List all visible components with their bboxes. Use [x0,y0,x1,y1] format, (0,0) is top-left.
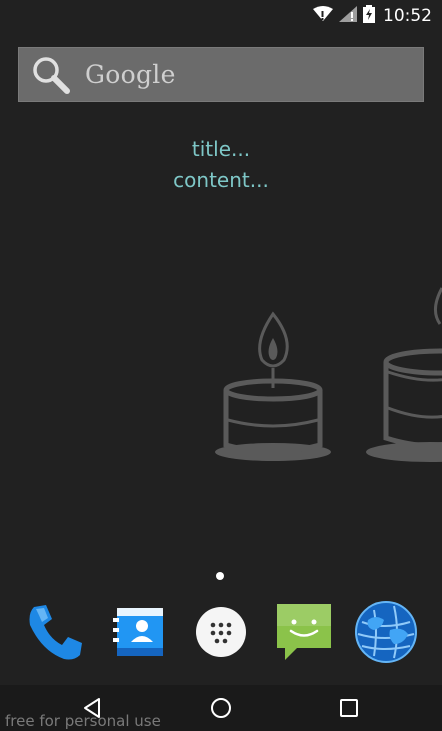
phone-icon [29,605,82,660]
candles-wallpaper [215,287,442,462]
messaging-app[interactable] [271,598,337,666]
browser-app[interactable] [353,598,419,666]
status-bar: 10:52 [0,0,442,32]
home-screen: 10:52 Google title... content... free fo… [0,0,442,731]
contacts-icon [113,608,163,656]
widget-content: content... [173,168,269,192]
candle-left [215,311,331,461]
home-button[interactable] [201,693,241,723]
candle-right [366,287,442,462]
home-icon [211,698,231,718]
contacts-app[interactable] [106,598,172,666]
messaging-icon [277,604,331,660]
app-drawer-button[interactable] [188,598,254,666]
page-indicator [216,572,224,580]
google-search-bar[interactable]: Google [18,47,424,102]
app-drawer-icon [196,607,246,657]
widget-title: title... [191,137,251,161]
note-widget[interactable]: title... content... [0,134,442,196]
google-label: Google [85,60,176,89]
wifi-icon [313,5,333,27]
recents-button[interactable] [329,693,369,723]
clock: 10:52 [383,6,432,26]
search-icon [33,56,70,94]
recents-icon [340,699,358,717]
battery-charging-icon [363,4,375,28]
dock [0,598,442,670]
watermark: free for personal use [5,712,161,730]
globe-icon [355,601,417,663]
phone-app[interactable] [22,598,88,666]
signal-icon [339,5,357,27]
